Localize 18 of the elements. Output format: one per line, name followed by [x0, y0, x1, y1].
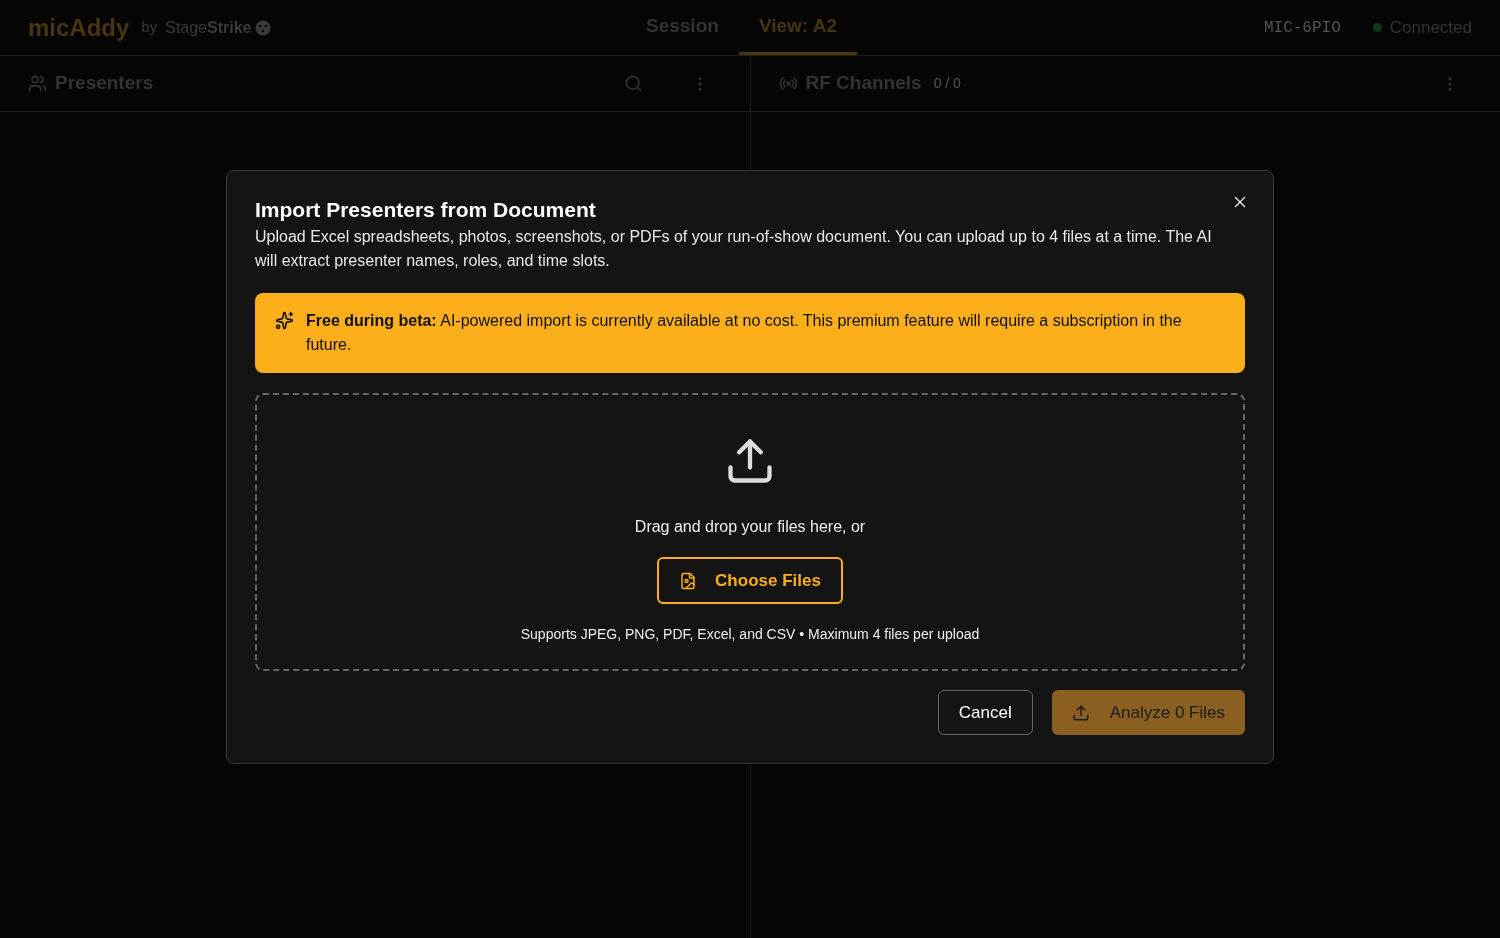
- image-file-icon: [679, 571, 698, 590]
- radio-waves-icon: [778, 74, 798, 93]
- dialog-description: Upload Excel spreadsheets, photos, screenshots, or PDFs of your run-of-show document. You can upload up to 4 files at a time. The AI will extract presenter names, roles, and time slots.: [255, 227, 1213, 271]
- search-icon[interactable]: [623, 74, 643, 93]
- notice-text: Free during beta: AI-powered import is currently available at no cost. This premium feature will require a subscription in the future.: [306, 311, 1183, 355]
- microphone-connector-icon: [255, 19, 272, 36]
- app-logo: micAddy: [28, 12, 130, 43]
- device-id: MIC-6PIO: [1263, 17, 1341, 39]
- sparkles-icon: [275, 311, 294, 330]
- upload-icon: [1071, 703, 1090, 722]
- drop-prompt: Drag and drop your files here, or: [634, 517, 866, 537]
- choose-files-button[interactable]: Choose Files: [657, 557, 843, 604]
- channel-count: 0 / 0: [933, 74, 961, 93]
- cancel-button[interactable]: Cancel: [937, 690, 1033, 735]
- dialog-title: Import Presenters from Document: [255, 197, 596, 223]
- users-icon: [28, 74, 47, 93]
- drop-zone[interactable]: Drag and drop your files here, or Choose Files Supports JPEG, PNG, PDF, Excel, and CSV • Maximum 4 files per upload: [255, 393, 1245, 671]
- upload-hint: Supports JPEG, PNG, PDF, Excel, and CSV • Maximum 4 files per upload: [520, 625, 980, 644]
